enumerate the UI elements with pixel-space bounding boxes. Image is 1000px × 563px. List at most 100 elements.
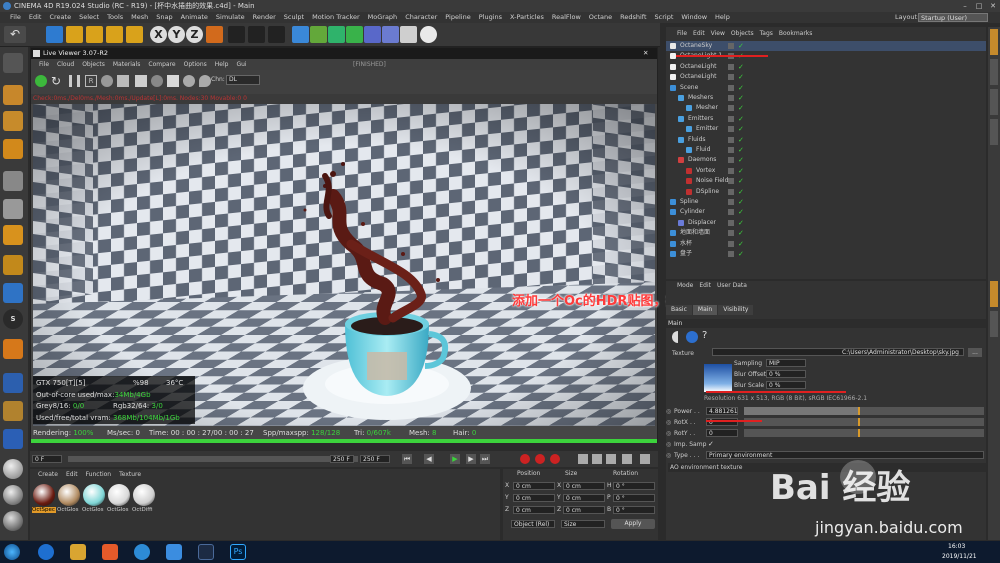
- am-menu-item[interactable]: User Data: [714, 281, 750, 290]
- polygons-mode-icon[interactable]: [3, 225, 23, 245]
- structure-tab[interactable]: [990, 119, 998, 145]
- timeline-max-field[interactable]: 250 F: [360, 455, 390, 463]
- coordinate-mode-select[interactable]: Object (Rel): [511, 520, 555, 528]
- power-anim-dot-icon[interactable]: ◎: [666, 408, 671, 415]
- visibility-dots-icon[interactable]: [728, 167, 734, 174]
- timeline-slider[interactable]: [68, 456, 358, 462]
- rotation-key-icon[interactable]: [606, 454, 616, 464]
- object-row[interactable]: Daemons ✓: [666, 155, 986, 165]
- om-menu-item[interactable]: File: [674, 29, 690, 39]
- material-menu-item[interactable]: Texture: [115, 470, 145, 479]
- start-button-icon[interactable]: [4, 544, 20, 560]
- visibility-dots-icon[interactable]: [728, 251, 734, 257]
- rotx-anim-dot-icon[interactable]: ◎: [666, 419, 671, 426]
- texture-mode-icon[interactable]: [3, 111, 23, 131]
- size-field[interactable]: 0 cm: [563, 494, 605, 502]
- render-viewport[interactable]: GTX 750[T][5] %98 36°C Out-of-core used/ma…: [33, 104, 655, 426]
- live-viewer-menu-item[interactable]: File: [35, 59, 53, 70]
- type-anim-dot-icon[interactable]: ◎: [666, 452, 671, 459]
- z-axis-lock-icon[interactable]: Z: [186, 26, 203, 43]
- cube-primitive-icon[interactable]: [292, 26, 309, 43]
- object-row[interactable]: Vortex ✓: [666, 166, 986, 176]
- am-menu-item[interactable]: Edit: [696, 281, 714, 290]
- imp-anim-dot-icon[interactable]: ◎: [666, 441, 671, 448]
- menu-item[interactable]: Render: [249, 12, 280, 23]
- menu-item[interactable]: MoGraph: [364, 12, 402, 23]
- enable-check-icon[interactable]: ✓: [738, 207, 744, 217]
- menu-item[interactable]: Motion Tracker: [308, 12, 364, 23]
- am-tab[interactable]: Visibility: [718, 305, 754, 315]
- scale-tool-icon[interactable]: [86, 26, 103, 43]
- timeline-end-field[interactable]: 250 F: [330, 455, 354, 463]
- object-row[interactable]: 地面和墙面 ✓: [666, 228, 986, 238]
- material-picker-icon[interactable]: [151, 75, 163, 87]
- live-viewer-menu-item[interactable]: Options: [180, 59, 211, 70]
- octane-image-icon[interactable]: [686, 331, 698, 343]
- coordinate-system-icon[interactable]: [206, 26, 223, 43]
- menu-item[interactable]: Window: [677, 12, 711, 23]
- takes-tab[interactable]: [990, 59, 998, 85]
- visibility-dots-icon[interactable]: [728, 126, 734, 133]
- photoshop-taskbar-icon[interactable]: Ps: [230, 544, 246, 560]
- pause-render-icon[interactable]: [69, 75, 80, 87]
- next-frame-icon[interactable]: ▶: [466, 454, 476, 464]
- workplane-icon[interactable]: [3, 139, 23, 159]
- move-tool-icon[interactable]: [66, 26, 83, 43]
- parameter-key-icon[interactable]: [622, 454, 632, 464]
- help-icon[interactable]: ?: [702, 330, 707, 341]
- material-menu-item[interactable]: Create: [34, 470, 62, 479]
- position-field[interactable]: 0 cm: [513, 482, 555, 490]
- model-mode-icon[interactable]: [3, 85, 23, 105]
- render-settings-icon[interactable]: [268, 26, 285, 43]
- menu-item[interactable]: Script: [651, 12, 678, 23]
- qq-browser-icon[interactable]: [134, 544, 150, 560]
- recent-tool-icon[interactable]: [126, 26, 143, 43]
- undo-button[interactable]: ↶: [4, 26, 26, 43]
- goto-start-icon[interactable]: ⏮: [402, 454, 412, 464]
- live-viewer-menu-item[interactable]: Help: [211, 59, 233, 70]
- roty-anim-dot-icon[interactable]: ◎: [666, 430, 671, 437]
- visibility-dots-icon[interactable]: [728, 105, 734, 112]
- material-swatch[interactable]: OctSpec: [32, 483, 56, 523]
- y-axis-lock-icon[interactable]: Y: [168, 26, 185, 43]
- apply-button[interactable]: Apply: [611, 519, 655, 529]
- visibility-dots-icon[interactable]: [728, 188, 734, 195]
- enable-check-icon[interactable]: ✓: [738, 93, 744, 103]
- render-view-icon[interactable]: [228, 26, 245, 43]
- layout-select[interactable]: Startup (User): [918, 13, 988, 22]
- enable-check-icon[interactable]: ✓: [738, 135, 744, 145]
- position-field[interactable]: 0 cm: [513, 506, 555, 514]
- rotation-field[interactable]: 0 °: [613, 506, 655, 514]
- enable-check-icon[interactable]: ✓: [738, 124, 744, 134]
- visibility-dots-icon[interactable]: [728, 115, 734, 122]
- visibility-dots-icon[interactable]: [728, 95, 734, 101]
- enable-check-icon[interactable]: ✓: [738, 187, 744, 197]
- material-menu-item[interactable]: Edit: [62, 470, 82, 479]
- menu-item[interactable]: Plugins: [475, 12, 506, 23]
- roty-field[interactable]: 0: [706, 429, 738, 437]
- visibility-dots-icon[interactable]: [728, 63, 734, 70]
- object-picker-icon[interactable]: [167, 75, 179, 87]
- live-selection-icon[interactable]: [46, 26, 63, 43]
- visibility-dots-icon[interactable]: [728, 230, 734, 237]
- attributes-tab[interactable]: [990, 281, 998, 307]
- menu-item[interactable]: Octane: [585, 12, 616, 23]
- record-icon[interactable]: [520, 454, 530, 464]
- roty-slider[interactable]: [744, 429, 984, 437]
- white-balance-icon[interactable]: [183, 75, 195, 87]
- om-menu-item[interactable]: View: [708, 29, 728, 39]
- visibility-dots-icon[interactable]: [728, 43, 734, 49]
- locked-workplane-icon[interactable]: [3, 401, 23, 421]
- visibility-dots-icon[interactable]: [728, 74, 734, 81]
- keyframe-selection-icon[interactable]: [550, 454, 560, 464]
- enable-check-icon[interactable]: ✓: [738, 166, 744, 176]
- pin-icon[interactable]: [199, 75, 211, 87]
- material-swatch[interactable]: OctGlos: [107, 483, 131, 523]
- goto-end-icon[interactable]: ⏭: [480, 454, 490, 464]
- media-player-icon[interactable]: [102, 544, 118, 560]
- power-field[interactable]: 4.881261: [706, 407, 738, 415]
- enable-check-icon[interactable]: ✓: [738, 72, 744, 82]
- am-tab[interactable]: Main: [692, 305, 718, 315]
- baidu-netdisk-icon[interactable]: [166, 544, 182, 560]
- play-icon[interactable]: ▶: [450, 454, 460, 464]
